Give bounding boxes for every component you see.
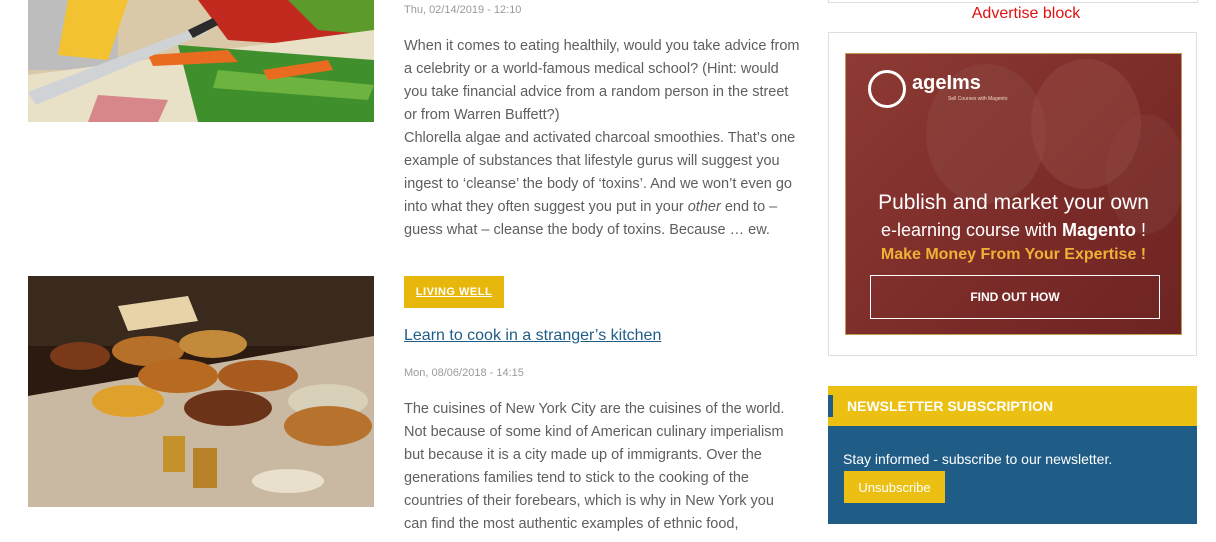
unsubscribe-button[interactable]: Unsubscribe: [844, 471, 945, 503]
ad-logo-text: ageIms: [912, 72, 981, 94]
ad-subheadline: e-learning course with Magento !: [846, 220, 1181, 241]
article-summary: When it comes to eating healthily, would…: [404, 35, 800, 242]
summary-paragraph: Chlorella algae and activated charcoal s…: [404, 127, 800, 242]
ad-subheadline-end: !: [1136, 220, 1147, 240]
newsletter-panel: Stay informed - subscribe to our newslet…: [828, 426, 1197, 524]
article-summary: The cuisines of New York City are the cu…: [404, 398, 800, 536]
find-out-how-button[interactable]: FIND OUT HOW: [870, 275, 1160, 319]
sidebar-block-border: [828, 0, 1198, 3]
summary-emphasis: other: [687, 199, 721, 215]
article-date: Mon, 08/06/2018 - 14:15: [404, 367, 524, 379]
ad-logo-tagline: Sell Courses with Magento: [948, 96, 1008, 102]
ad-brand: Magento: [1062, 220, 1137, 240]
summary-paragraph: The cuisines of New York City are the cu…: [404, 401, 785, 532]
mageims-logo-icon: [868, 70, 906, 108]
article-image-food-buffet[interactable]: [28, 276, 374, 507]
article-image-vegetables[interactable]: [28, 0, 374, 122]
ad-subheadline-text: e-learning course with: [880, 220, 1063, 240]
advertise-label: Advertise block: [971, 5, 1081, 22]
summary-paragraph: When it comes to eating healthily, would…: [404, 38, 800, 123]
article-title-link[interactable]: Learn to cook in a stranger’s kitchen: [404, 327, 661, 345]
newsletter-heading: NEWSLETTER SUBSCRIPTION: [828, 386, 1197, 426]
newsletter-heading-text: NEWSLETTER SUBSCRIPTION: [847, 398, 1054, 414]
heading-accent-bar: [828, 395, 833, 417]
article-date: Thu, 02/14/2019 - 12:10: [404, 4, 522, 16]
newsletter-text: Stay informed - subscribe to our newslet…: [843, 451, 1113, 467]
ad-headline: Publish and market your own: [878, 191, 1149, 214]
category-tag[interactable]: LIVING WELL: [404, 276, 504, 308]
ad-tagline: Make Money From Your Expertise !: [880, 246, 1147, 263]
advertise-banner[interactable]: ageIms Sell Courses with Magento Publish…: [845, 53, 1182, 335]
